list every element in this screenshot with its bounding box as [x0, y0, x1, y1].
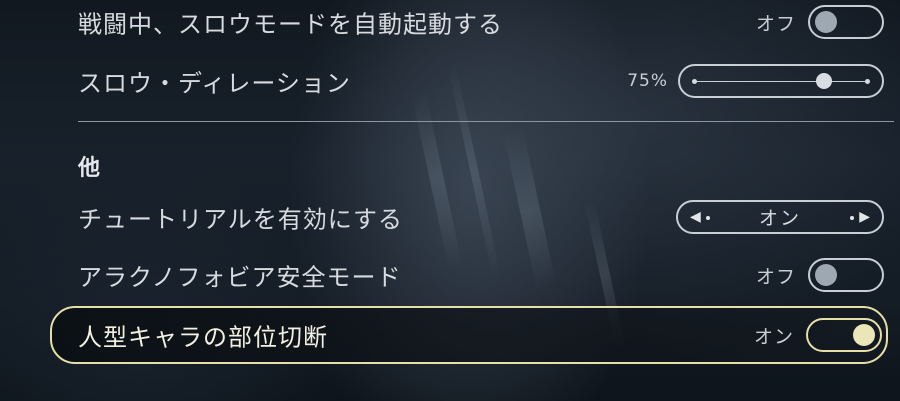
setting-row-arachnophobia[interactable]: アラクノフォビア安全モード オフ	[50, 250, 888, 300]
slider-value-text: 75%	[627, 71, 668, 91]
toggle-knob	[815, 11, 837, 33]
setting-label: アラクノフォビア安全モード	[78, 263, 402, 292]
slow-delay-slider[interactable]	[678, 64, 884, 98]
tutorial-selector[interactable]: ◀ オン ▶	[676, 200, 884, 234]
setting-row-auto-slow-mode[interactable]: 戦闘中、スロウモードを自動起動する オフ	[50, 0, 888, 44]
auto-slow-mode-toggle-control[interactable]: オフ	[756, 5, 884, 39]
arrow-right-icon[interactable]: ▶	[859, 210, 870, 224]
section-divider	[78, 121, 894, 122]
toggle-state-text: オフ	[755, 265, 796, 288]
toggle-state-text: オン	[753, 325, 794, 348]
arachnophobia-toggle[interactable]	[808, 258, 884, 292]
setting-label: 人型キャラの部位切断	[78, 323, 328, 352]
slider-thumb[interactable]	[815, 73, 832, 89]
setting-row-slow-delay[interactable]: スロウ・ディレーション 75%	[50, 56, 888, 106]
slider-end-dot	[865, 79, 870, 84]
auto-slow-mode-toggle[interactable]	[808, 5, 884, 39]
toggle-knob	[853, 324, 875, 346]
setting-row-tutorial[interactable]: チュートリアルを有効にする ◀ オン ▶	[50, 192, 888, 242]
setting-label: チュートリアルを有効にする	[78, 205, 403, 234]
slider-track	[696, 81, 866, 82]
arachnophobia-toggle-control[interactable]: オフ	[756, 258, 884, 292]
toggle-state-text: オフ	[755, 12, 796, 35]
setting-row-humanoid-dismemberment[interactable]: 人型キャラの部位切断 オン	[50, 306, 888, 364]
background-streak	[411, 90, 463, 270]
slow-delay-slider-control[interactable]: 75%	[627, 64, 884, 98]
slider-end-dot	[692, 79, 697, 84]
humanoid-dismemberment-toggle-control[interactable]: オン	[754, 318, 882, 352]
toggle-knob	[815, 264, 837, 286]
selector-dot	[850, 216, 854, 220]
humanoid-dismemberment-toggle[interactable]	[806, 318, 882, 352]
setting-label: 戦闘中、スロウモードを自動起動する	[78, 10, 503, 39]
setting-label: スロウ・ディレーション	[78, 69, 351, 98]
section-title-other: 他	[78, 156, 101, 181]
